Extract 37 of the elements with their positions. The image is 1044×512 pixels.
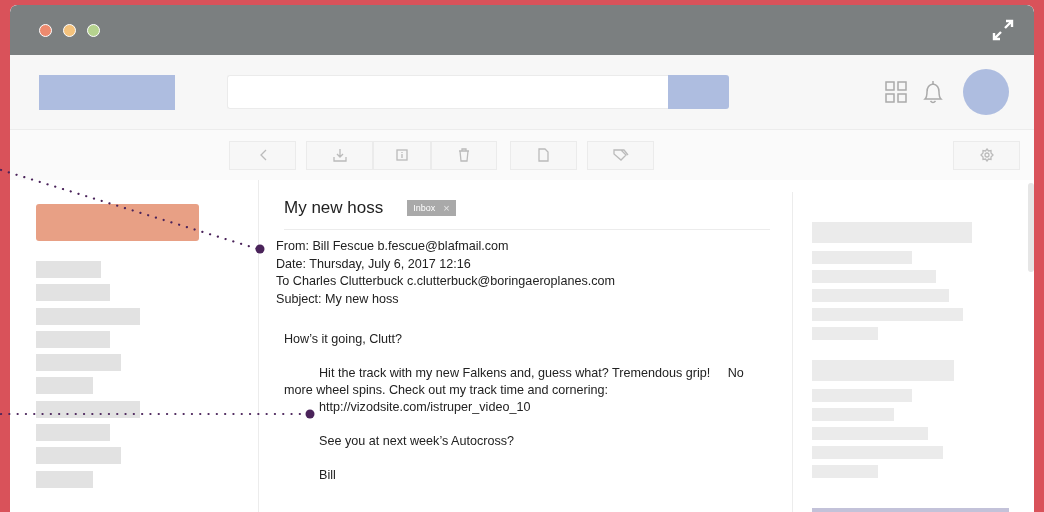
info-icon [396, 149, 408, 161]
delete-button[interactable] [431, 140, 497, 170]
file-button[interactable] [510, 140, 577, 170]
minimize-dot[interactable] [63, 23, 76, 37]
bell-icon[interactable] [922, 79, 944, 105]
body-line: How’s it going, Clutt? [284, 332, 403, 346]
email-subject: My new hoss [284, 198, 384, 218]
body-line: See you at next week’s Autocross? [319, 434, 515, 448]
tag-label: Inbox [413, 203, 436, 213]
search-button[interactable] [668, 75, 729, 109]
video-link[interactable]: http://vizodsite.com/istruper_video_10 [319, 400, 531, 414]
body-line: Bill [319, 468, 336, 482]
settings-icon [979, 148, 994, 162]
download-button[interactable] [306, 140, 373, 170]
trash-icon [458, 148, 470, 162]
body-paragraph: Hit the track with my new Falkens and, guess what? Tremendous grip! No more wheel spins. Check out my track time and cornering: [284, 366, 745, 397]
settings-button[interactable] [953, 140, 1020, 170]
maximize-dot[interactable] [87, 23, 100, 37]
expand-icon[interactable] [992, 19, 1014, 41]
back-icon [258, 149, 267, 161]
header-line: Subject: My new hoss [276, 290, 399, 308]
header-line: Date: Thursday, July 6, 2017 12:16 [276, 255, 471, 273]
download-icon [332, 148, 347, 162]
header-line: To Charles Clutterbuck c.clutterbuck@boringaeroplanes.com [276, 273, 615, 290]
avatar-circle[interactable] [963, 69, 1009, 115]
back-button[interactable] [229, 140, 296, 170]
search-field[interactable] [227, 75, 668, 109]
close-dot[interactable] [39, 23, 52, 37]
header-line: From: Bill Fescue b.fescue@blafmail.com [276, 238, 509, 255]
apps-grid-icon[interactable] [885, 81, 907, 103]
info-button[interactable] [373, 140, 431, 170]
tag-button[interactable] [587, 140, 654, 170]
compose-button[interactable] [36, 204, 199, 241]
folder-placeholder[interactable] [36, 400, 140, 418]
tag-icon [612, 149, 629, 161]
file-icon [538, 148, 549, 162]
scrollbar[interactable] [1028, 183, 1034, 272]
